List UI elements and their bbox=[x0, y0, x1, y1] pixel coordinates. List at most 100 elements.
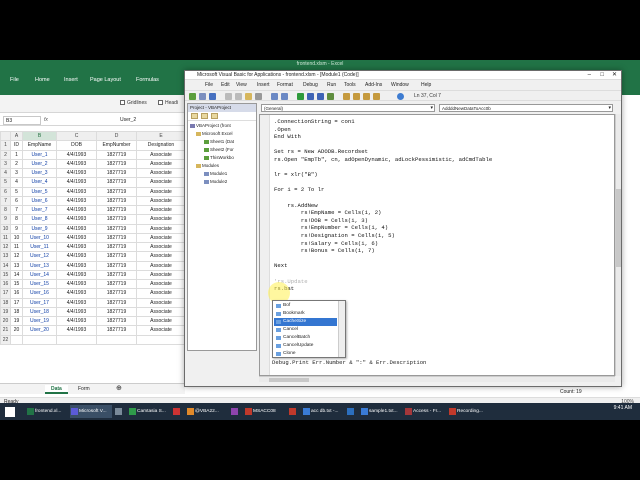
properties-icon[interactable] bbox=[353, 93, 360, 100]
cell[interactable]: 4/4/1993 bbox=[56, 186, 97, 197]
row-header[interactable]: 10 bbox=[0, 223, 11, 234]
view-object-icon[interactable] bbox=[201, 113, 208, 119]
object-browser-icon[interactable] bbox=[363, 93, 370, 100]
cell[interactable]: 18 bbox=[10, 306, 23, 318]
code-line[interactable]: rs!Designation = Cells(i, 5) bbox=[274, 232, 395, 239]
cell[interactable]: 4/4/1993 bbox=[56, 241, 97, 253]
row-header[interactable]: 14 bbox=[0, 260, 11, 271]
row-header[interactable]: 7 bbox=[0, 195, 11, 207]
column-header[interactable]: C bbox=[56, 130, 97, 142]
paste-icon[interactable] bbox=[245, 93, 252, 100]
cell[interactable]: User_12 bbox=[22, 251, 57, 262]
row-header[interactable]: 19 bbox=[0, 306, 11, 318]
cell[interactable]: User_9 bbox=[22, 223, 57, 234]
project-explorer-icon[interactable] bbox=[343, 93, 350, 100]
row-header[interactable]: 6 bbox=[0, 186, 11, 197]
cell[interactable]: Associate bbox=[136, 177, 186, 188]
cell[interactable]: EmpNumber bbox=[96, 140, 137, 151]
table-row[interactable]: 9 8 User_8 4/4/1993 1827719 Associate bbox=[0, 214, 186, 225]
cell[interactable]: Associate bbox=[136, 158, 186, 170]
fx-icon[interactable]: fx bbox=[44, 116, 48, 125]
cell[interactable]: User_19 bbox=[22, 315, 57, 327]
cell[interactable]: 4/4/1993 bbox=[56, 223, 97, 234]
cell[interactable]: User_15 bbox=[22, 278, 57, 290]
row-header[interactable]: 22 bbox=[0, 334, 11, 345]
cell[interactable]: 20 bbox=[10, 325, 23, 336]
toolbox-icon[interactable] bbox=[373, 93, 380, 100]
cell[interactable]: 1827719 bbox=[96, 177, 137, 188]
menu-format[interactable]: Format bbox=[277, 80, 293, 90]
cell[interactable]: 4/4/1993 bbox=[56, 306, 97, 318]
cell[interactable]: 4/4/1993 bbox=[56, 260, 97, 271]
close-icon[interactable]: ✕ bbox=[612, 71, 617, 79]
row-header[interactable]: 13 bbox=[0, 251, 11, 262]
cell[interactable]: 17 bbox=[10, 297, 23, 308]
tree-item-modules[interactable]: Modules bbox=[196, 163, 219, 168]
code-line[interactable]: .Open bbox=[274, 126, 291, 133]
cell[interactable]: DOB bbox=[56, 140, 97, 151]
code-line[interactable]: .ConnectionString = con1 bbox=[274, 118, 355, 125]
cell[interactable]: User_14 bbox=[22, 269, 57, 281]
cell[interactable]: 4/4/1993 bbox=[56, 214, 97, 225]
cell[interactable]: User_16 bbox=[22, 288, 57, 299]
table-row[interactable]: 20 19 User_19 4/4/1993 1827719 Associate bbox=[0, 315, 186, 327]
cell[interactable]: User_2 bbox=[22, 158, 57, 170]
cell[interactable]: 1827719 bbox=[96, 241, 137, 253]
cell[interactable]: 1827719 bbox=[96, 260, 137, 271]
taskbar-item[interactable]: Microsoft V... bbox=[70, 405, 112, 418]
code-vertical-scrollbar[interactable] bbox=[615, 114, 621, 376]
header-row[interactable]: 1 ID EmpName DOB EmpNumber Designation bbox=[0, 140, 186, 151]
cell[interactable] bbox=[96, 334, 137, 345]
maximize-icon[interactable]: □ bbox=[600, 71, 604, 79]
intellisense-list[interactable]: Bof Bookmark CacheSize Cancel CancelBatch Can… bbox=[272, 300, 346, 358]
cell[interactable]: 7 bbox=[10, 204, 23, 216]
tree-item-thisworkbook[interactable]: ThisWorkbo bbox=[204, 155, 234, 160]
cell[interactable]: Associate bbox=[136, 241, 186, 253]
intellisense-item[interactable]: Cancel bbox=[274, 326, 337, 334]
row-header[interactable]: 4 bbox=[0, 167, 11, 179]
cell[interactable]: 10 bbox=[10, 232, 23, 244]
cell[interactable]: 4/4/1993 bbox=[56, 232, 97, 244]
code-line[interactable]: rs.Open "EmpTb", cn, adOpenDynamic, adLo… bbox=[274, 156, 492, 163]
tree-item-excel-objects[interactable]: Microsoft Excel bbox=[196, 131, 233, 136]
menu-addins[interactable]: Add-Ins bbox=[365, 80, 382, 90]
cell[interactable]: Associate bbox=[136, 306, 186, 318]
cell[interactable]: 3 bbox=[10, 167, 23, 179]
menu-edit[interactable]: Edit bbox=[221, 80, 230, 90]
code-line[interactable]: rs!EmpNumber = Cells(i, 4) bbox=[274, 224, 388, 231]
cell[interactable]: 4/4/1993 bbox=[56, 315, 97, 327]
cell[interactable]: User_17 bbox=[22, 297, 57, 308]
cell[interactable]: 1827719 bbox=[96, 297, 137, 308]
row-header[interactable]: 16 bbox=[0, 278, 11, 290]
cell[interactable]: 4 bbox=[10, 177, 23, 188]
row-header[interactable]: 12 bbox=[0, 241, 11, 253]
row-header[interactable]: 9 bbox=[0, 214, 11, 225]
tree-item-vbaproject[interactable]: VBAProject (front bbox=[190, 123, 231, 128]
cell[interactable]: 9 bbox=[10, 223, 23, 234]
taskbar-item[interactable] bbox=[172, 405, 184, 418]
cell[interactable]: User_7 bbox=[22, 204, 57, 216]
insert-module-icon[interactable] bbox=[199, 93, 206, 100]
row-header[interactable]: 1 bbox=[0, 140, 11, 151]
object-combo[interactable]: (General) bbox=[261, 104, 435, 112]
code-line[interactable]: rs!DOB = Cells(i, 3) bbox=[274, 217, 368, 224]
tab-insert[interactable]: Insert bbox=[64, 77, 78, 83]
cell[interactable]: 1827719 bbox=[96, 167, 137, 179]
name-box[interactable]: B3 bbox=[3, 116, 41, 125]
cell[interactable]: 4/4/1993 bbox=[56, 325, 97, 336]
help-icon[interactable] bbox=[397, 93, 404, 100]
intellisense-item[interactable]: Bookmark bbox=[274, 310, 337, 318]
menu-file[interactable]: File bbox=[205, 80, 213, 90]
menu-debug[interactable]: Debug bbox=[303, 80, 318, 90]
cell[interactable]: 1827719 bbox=[96, 269, 137, 281]
cell[interactable]: 1827719 bbox=[96, 325, 137, 336]
cell[interactable]: Associate bbox=[136, 260, 186, 271]
cell[interactable]: User_6 bbox=[22, 195, 57, 207]
cell[interactable]: Associate bbox=[136, 325, 186, 336]
cell[interactable]: Associate bbox=[136, 297, 186, 308]
table-row[interactable]: 8 7 User_7 4/4/1993 1827719 Associate bbox=[0, 204, 186, 216]
cell[interactable]: User_18 bbox=[22, 306, 57, 318]
break-icon[interactable] bbox=[307, 93, 314, 100]
row-header[interactable]: 2 bbox=[0, 149, 11, 160]
cell[interactable]: 2 bbox=[10, 158, 23, 170]
